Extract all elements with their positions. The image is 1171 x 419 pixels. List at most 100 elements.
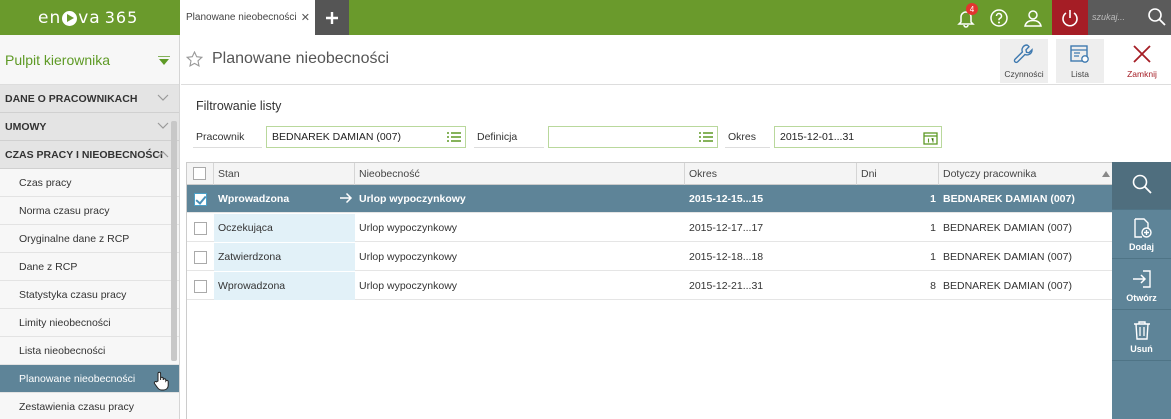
select-all-checkbox[interactable] (193, 167, 206, 180)
app-logo[interactable]: en va 365 (0, 0, 180, 35)
sidebar-item-statystyka-czasu-pracy[interactable]: Statystyka czasu pracy (0, 281, 179, 309)
cell-okres: 2015-12-15...15 (689, 193, 764, 205)
sidebar-section-dane-o-pracownikach[interactable]: DANE O PRACOWNIKACH (0, 85, 179, 113)
sidebar-item-lista-nieobecnosci[interactable]: Lista nieobecności (0, 337, 179, 365)
sidebar-item-label: Oryginalne dane z RCP (19, 232, 130, 245)
favorite-star-icon[interactable] (186, 51, 203, 68)
chevron-down-icon (157, 122, 169, 129)
sidebar-item-zestawienia-czasu-pracy[interactable]: Zestawienia czasu pracy (0, 393, 179, 419)
row-checkbox[interactable] (194, 222, 207, 235)
sidebar-item-norma-czasu-pracy[interactable]: Norma czasu pracy (0, 197, 179, 225)
sidebar-item-label: Statystyka czasu pracy (19, 288, 127, 301)
sidebar-item-czas-pracy[interactable]: Czas pracy (0, 169, 179, 197)
zamknij-button[interactable]: Zamknij (1118, 39, 1166, 83)
otworz-button[interactable]: Otwórz (1112, 262, 1171, 310)
plus-icon (326, 11, 338, 24)
dodaj-button[interactable]: Dodaj (1112, 211, 1171, 259)
top-bar: en va 365 Planowane nieobecności ✕ 4 (0, 0, 1171, 35)
column-header-okres[interactable]: Okres (685, 163, 857, 185)
sidebar: Pulpit kierownika DANE O PRACOWNIKACH UM… (0, 35, 180, 419)
logout-button[interactable] (1052, 0, 1088, 35)
user-button[interactable] (1017, 0, 1049, 35)
calendar-icon[interactable] (923, 131, 938, 145)
sidebar-section-czas-pracy[interactable]: CZAS PRACY I NIEOBECNOŚCI (0, 141, 179, 169)
definicja-field[interactable] (548, 126, 718, 148)
global-search-input[interactable] (1092, 9, 1144, 25)
cell-stan: Zatwierdzona (214, 243, 355, 271)
okres-label: Okres (725, 126, 770, 148)
cell-dni: 1 (930, 193, 936, 205)
usun-button[interactable]: Usuń (1112, 313, 1171, 361)
sort-asc-icon (1102, 171, 1110, 177)
cell-pracownik: BEDNAREK DAMIAN (007) (943, 251, 1072, 263)
column-header-dni[interactable]: Dni (857, 163, 939, 185)
wrench-icon (1013, 44, 1033, 64)
cell-dni: 1 (930, 222, 936, 234)
notifications-button[interactable]: 4 (950, 0, 982, 35)
cell-nieobecnosc: Urlop wypoczynkowy (359, 222, 458, 234)
chevron-up-icon (157, 151, 169, 158)
chevron-down-icon (157, 94, 169, 101)
otworz-label: Otwórz (1126, 293, 1157, 303)
sidebar-item-label: Planowane nieobecności (19, 372, 136, 385)
okres-value: 2015-12-01...31 (780, 131, 855, 143)
lista-button[interactable]: Lista (1056, 39, 1104, 83)
sidebar-item-oryginalne-dane-z-rcp[interactable]: Oryginalne dane z RCP (0, 225, 179, 253)
tab-label: Planowane nieobecności (186, 12, 297, 23)
sidebar-section-label: DANE O PRACOWNIKACH (5, 92, 138, 105)
sidebar-item-label: Dane z RCP (19, 260, 78, 273)
search-action-button[interactable] (1112, 162, 1171, 210)
tab-planowane-nieobecnosci[interactable]: Planowane nieobecności ✕ (180, 0, 315, 35)
cell-stan: Wprowadzona (214, 272, 355, 300)
sidebar-scrollbar[interactable] (171, 121, 177, 361)
column-header-label: Dotyczy pracownika (943, 168, 1037, 180)
cell-nieobecnosc: Urlop wypoczynkowy (359, 193, 466, 205)
table-row[interactable]: Wprowadzona Urlop wypoczynkowy 2015-12-2… (187, 272, 1113, 300)
sidebar-item-label: Norma czasu pracy (19, 204, 110, 217)
cell-okres: 2015-12-18...18 (689, 251, 764, 263)
sidebar-item-limity-nieobecnosci[interactable]: Limity nieobecności (0, 309, 179, 337)
okres-field[interactable]: 2015-12-01...31 (774, 126, 942, 148)
tab-close-icon[interactable]: ✕ (301, 11, 310, 24)
help-button[interactable] (983, 0, 1015, 35)
help-icon (990, 8, 1008, 27)
row-checkbox[interactable] (194, 280, 207, 293)
cell-stan: Oczekująca (214, 214, 355, 242)
sidebar-section-umowy[interactable]: UMOWY (0, 113, 179, 141)
list-picker-icon[interactable] (698, 131, 714, 144)
cell-pracownik: BEDNAREK DAMIAN (007) (943, 280, 1072, 292)
sidebar-menu-toggle[interactable] (158, 54, 170, 70)
czynnosci-button[interactable]: Czynności (1000, 39, 1048, 83)
column-header-dotyczy-pracownika[interactable]: Dotyczy pracownika (939, 163, 1113, 185)
logo-text-start: en (38, 7, 62, 28)
table-row[interactable]: Wprowadzona Urlop wypoczynkowy 2015-12-1… (187, 185, 1113, 213)
sidebar-item-label: Zestawienia czasu pracy (19, 400, 134, 413)
global-search-button[interactable] (1147, 7, 1167, 30)
cell-dni: 1 (930, 251, 936, 263)
table-row[interactable]: Oczekująca Urlop wypoczynkowy 2015-12-17… (187, 214, 1113, 242)
logo-play-icon (62, 11, 78, 26)
column-header-stan[interactable]: Stan (214, 163, 355, 185)
table-row[interactable]: Zatwierdzona Urlop wypoczynkowy 2015-12-… (187, 243, 1113, 271)
new-tab-button[interactable] (315, 0, 349, 35)
pracownik-field[interactable]: BEDNAREK DAMIAN (007) (266, 126, 466, 148)
app-window: en va 365 Planowane nieobecności ✕ 4 szu… (0, 0, 1171, 419)
select-all-cell[interactable] (187, 163, 214, 185)
arrow-right-icon (340, 192, 353, 204)
list-settings-icon (1070, 45, 1089, 63)
row-checkbox[interactable] (194, 193, 207, 206)
sidebar-header[interactable]: Pulpit kierownika (0, 35, 179, 85)
table-header: Stan Nieobecność Okres Dni Dotyczy praco… (187, 163, 1113, 185)
row-checkbox[interactable] (194, 251, 207, 264)
global-search (1088, 0, 1171, 35)
zamknij-label: Zamknij (1127, 69, 1157, 79)
sidebar-item-dane-z-rcp[interactable]: Dane z RCP (0, 253, 179, 281)
logo-version: 365 (104, 8, 139, 27)
column-header-nieobecnosc[interactable]: Nieobecność (355, 163, 685, 185)
logo-text-end: va (78, 7, 101, 28)
sidebar-section-label: CZAS PRACY I NIEOBECNOŚCI (5, 148, 163, 161)
sidebar-item-label: Lista nieobecności (19, 344, 106, 357)
search-icon (1132, 174, 1152, 194)
sidebar-item-planowane-nieobecnosci[interactable]: Planowane nieobecności (0, 365, 179, 393)
list-picker-icon[interactable] (446, 131, 462, 144)
